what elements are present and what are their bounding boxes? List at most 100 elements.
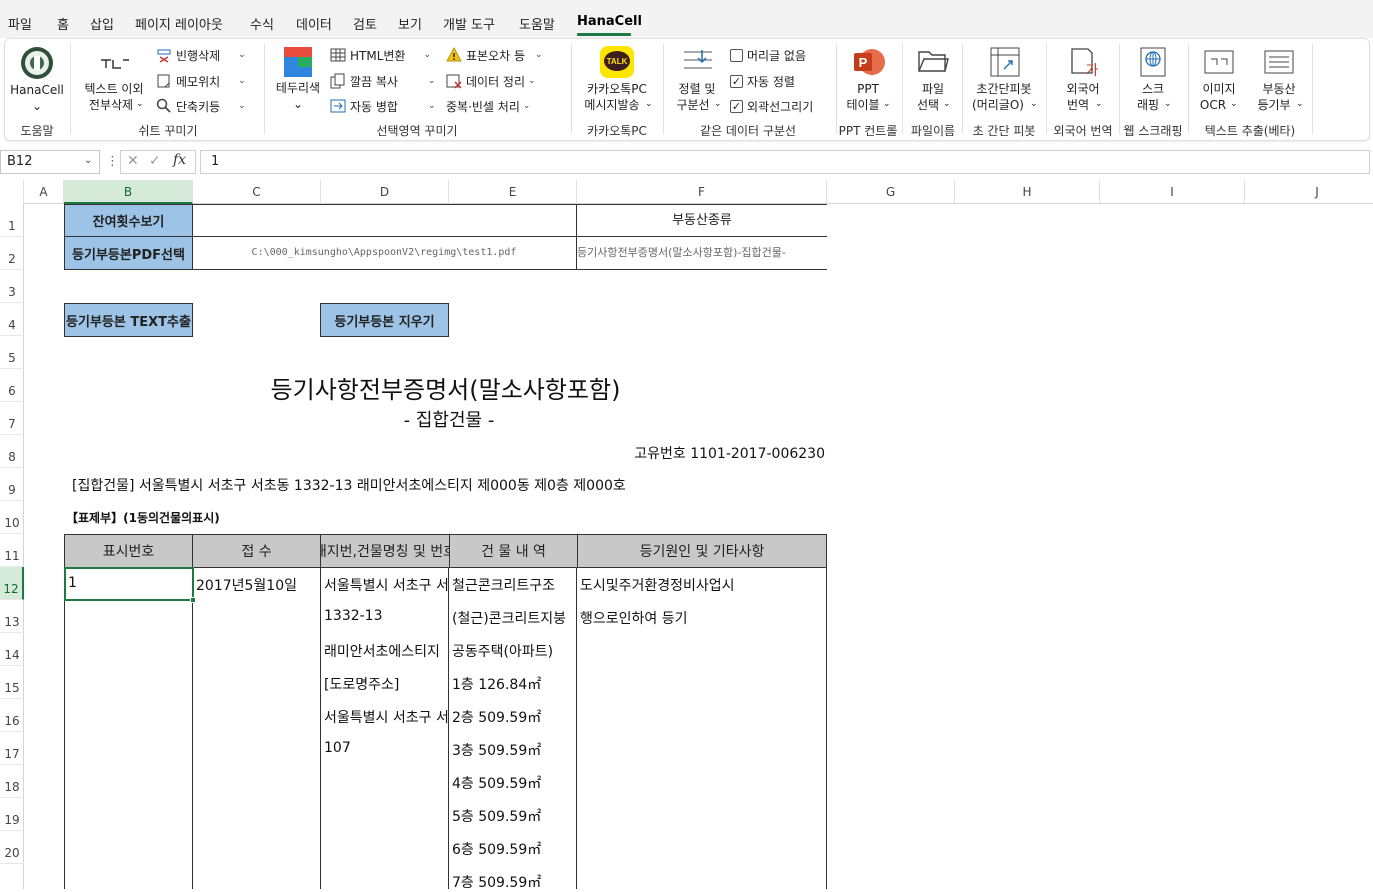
scrape-label-1[interactable]: 스크 — [1142, 81, 1164, 97]
menu-page-layout[interactable]: 페이지 레이아웃 — [135, 14, 223, 33]
row-header[interactable]: 6 — [0, 369, 24, 402]
function-icon[interactable]: fx — [173, 152, 186, 168]
outline-checkbox[interactable]: ✓ 외곽선그리기 — [730, 97, 813, 115]
cell-location[interactable]: 래미안서초에스티지 — [324, 641, 448, 661]
html-convert-button[interactable]: HTML변환 ⌄ — [330, 46, 431, 64]
cell-building-detail[interactable]: 철근콘크리트구조 — [452, 575, 576, 595]
data-cleanup-button[interactable]: 데이터 정리 ⌄ — [446, 72, 536, 90]
cell-cause[interactable]: 도시및주거환경정비사업시 — [580, 575, 824, 595]
remaining-count-button[interactable]: 잔여횟수보기 — [64, 204, 193, 237]
row-header[interactable]: 8 — [0, 435, 24, 468]
scrape-label-2[interactable]: 래핑 — [1137, 97, 1159, 113]
row-header[interactable]: 19 — [0, 798, 24, 831]
row-header[interactable]: 4 — [0, 303, 24, 336]
shortcut-button[interactable]: 단축키등 ⌄ — [156, 97, 246, 115]
column-header-g[interactable]: G — [827, 180, 955, 204]
cell-building-detail[interactable]: (철근)콘크리트지붕 — [452, 608, 576, 628]
row-header[interactable]: 15 — [0, 666, 24, 699]
row-header[interactable]: 3 — [0, 270, 24, 303]
menu-view[interactable]: 보기 — [398, 14, 422, 33]
stderr-button[interactable]: 표본오차 등 ⌄ — [446, 46, 543, 64]
ppt-label-1[interactable]: PPT — [857, 81, 879, 97]
pdf-select-button[interactable]: 등기부등본PDF선택 — [64, 236, 193, 270]
fill-handle[interactable] — [190, 597, 196, 603]
kakao-label-1[interactable]: 카카오톡PC — [587, 81, 647, 97]
row-header[interactable]: 7 — [0, 402, 24, 435]
file-label-1[interactable]: 파일 — [922, 81, 944, 97]
kakao-talk-icon[interactable]: TALK — [600, 46, 634, 78]
property-type-value[interactable]: 등기사항전부증명서(말소사항포함)-집합건물- — [576, 236, 827, 270]
menu-formulas[interactable]: 수식 — [250, 14, 274, 33]
border-color-icon[interactable] — [284, 47, 312, 77]
menu-data[interactable]: 데이터 — [296, 14, 332, 33]
pivot-label-1[interactable]: 초간단피봇 — [976, 81, 1031, 97]
cancel-icon[interactable]: ✕ — [127, 153, 139, 169]
cell-building-detail[interactable]: 공동주택(아파트) — [452, 641, 576, 661]
cell-location[interactable]: 107 — [324, 740, 448, 756]
row-header[interactable]: 13 — [0, 600, 24, 633]
row-header-selected[interactable]: 12 — [0, 567, 24, 600]
row-header[interactable]: 20 — [0, 831, 24, 864]
ocr-icon[interactable] — [1204, 50, 1234, 74]
cell-building-detail[interactable]: 3층 509.59㎡ — [452, 740, 576, 760]
translate-label-1[interactable]: 외국어 — [1066, 81, 1099, 97]
row-header[interactable]: 10 — [0, 501, 24, 534]
cell-building-detail[interactable]: 7층 509.59㎡ — [452, 872, 576, 892]
cell-display-number[interactable]: 1 — [68, 575, 77, 591]
cell-location[interactable]: 서울특별시 서초구 서초동 — [324, 575, 448, 595]
cell-building-detail[interactable]: 6층 509.59㎡ — [452, 839, 576, 859]
row-header[interactable]: 17 — [0, 732, 24, 765]
pivot-icon[interactable] — [990, 47, 1020, 77]
translate-icon[interactable]: 가 — [1070, 47, 1100, 77]
column-header-i[interactable]: I — [1100, 180, 1245, 204]
no-header-checkbox[interactable]: 머리글 없음 — [730, 46, 806, 64]
text-extract-button[interactable]: 등기부등본 TEXT추출 — [64, 303, 193, 337]
pivot-label-2[interactable]: (머리글O) — [972, 97, 1024, 113]
cell-cause[interactable]: 행으로인하여 등기 — [580, 608, 824, 628]
memo-position-button[interactable]: 메모위치 ⌄ — [156, 72, 246, 90]
menu-help[interactable]: 도움말 — [519, 14, 555, 33]
hanacell-button-label[interactable]: HanaCell — [10, 82, 64, 98]
menu-home[interactable]: 홈 — [57, 14, 69, 33]
row-header[interactable]: 18 — [0, 765, 24, 798]
cell-building-detail[interactable]: 4층 509.59㎡ — [452, 773, 576, 793]
row-header[interactable]: 2 — [0, 237, 24, 270]
column-header-f[interactable]: F — [577, 180, 827, 204]
ocr-label-2[interactable]: OCR — [1200, 97, 1226, 113]
web-scraping-icon[interactable] — [1140, 47, 1166, 77]
blank-row-delete-button[interactable]: 빈행삭제 ⌄ — [156, 46, 246, 64]
row-header[interactable]: 14 — [0, 633, 24, 666]
sort-divider-label-1[interactable]: 정렬 및 — [679, 81, 716, 97]
column-header-d[interactable]: D — [321, 180, 449, 204]
text-clear-icon[interactable] — [99, 52, 131, 72]
selected-cell[interactable] — [64, 567, 194, 601]
cell-location[interactable]: 1332-13 — [324, 608, 448, 624]
row-header[interactable]: 5 — [0, 336, 24, 369]
sort-divider-label-2[interactable]: 구분선 — [676, 97, 709, 113]
cell-building-detail[interactable]: 5층 509.59㎡ — [452, 806, 576, 826]
dup-blank-button[interactable]: 중복·빈셀 처리 ⌄ — [446, 97, 530, 115]
realestate-label-1[interactable]: 부동산 — [1262, 81, 1295, 97]
menu-review[interactable]: 검토 — [353, 14, 377, 33]
auto-sort-checkbox[interactable]: ✓ 자동 정렬 — [730, 72, 795, 90]
cell-building-detail[interactable]: 1층 126.84㎡ — [452, 674, 576, 694]
column-header-h[interactable]: H — [955, 180, 1100, 204]
cell-receipt-date[interactable]: 2017년5월10일 — [196, 575, 320, 595]
formula-input[interactable]: 1 — [200, 150, 1370, 174]
menu-developer[interactable]: 개발 도구 — [443, 14, 495, 33]
sort-divider-icon[interactable] — [682, 48, 714, 76]
row-header[interactable]: 11 — [0, 534, 24, 567]
ocr-label-1[interactable]: 이미지 — [1202, 81, 1235, 97]
confirm-icon[interactable]: ✓ — [149, 153, 161, 169]
file-label-2[interactable]: 선택 — [917, 97, 939, 113]
auto-merge-button[interactable]: 자동 병합 ⌄ — [330, 97, 436, 115]
menu-insert[interactable]: 삽입 — [90, 14, 114, 33]
column-header-j[interactable]: J — [1245, 180, 1373, 204]
row-header[interactable]: 16 — [0, 699, 24, 732]
cell-building-detail[interactable]: 2층 509.59㎡ — [452, 707, 576, 727]
row-header[interactable]: 9 — [0, 468, 24, 501]
hanacell-logo-icon[interactable] — [20, 46, 54, 80]
chevron-down-icon[interactable]: ⌄ — [84, 155, 92, 166]
column-header-e[interactable]: E — [449, 180, 577, 204]
text-remove-label-2[interactable]: 전부삭제 — [89, 97, 133, 113]
